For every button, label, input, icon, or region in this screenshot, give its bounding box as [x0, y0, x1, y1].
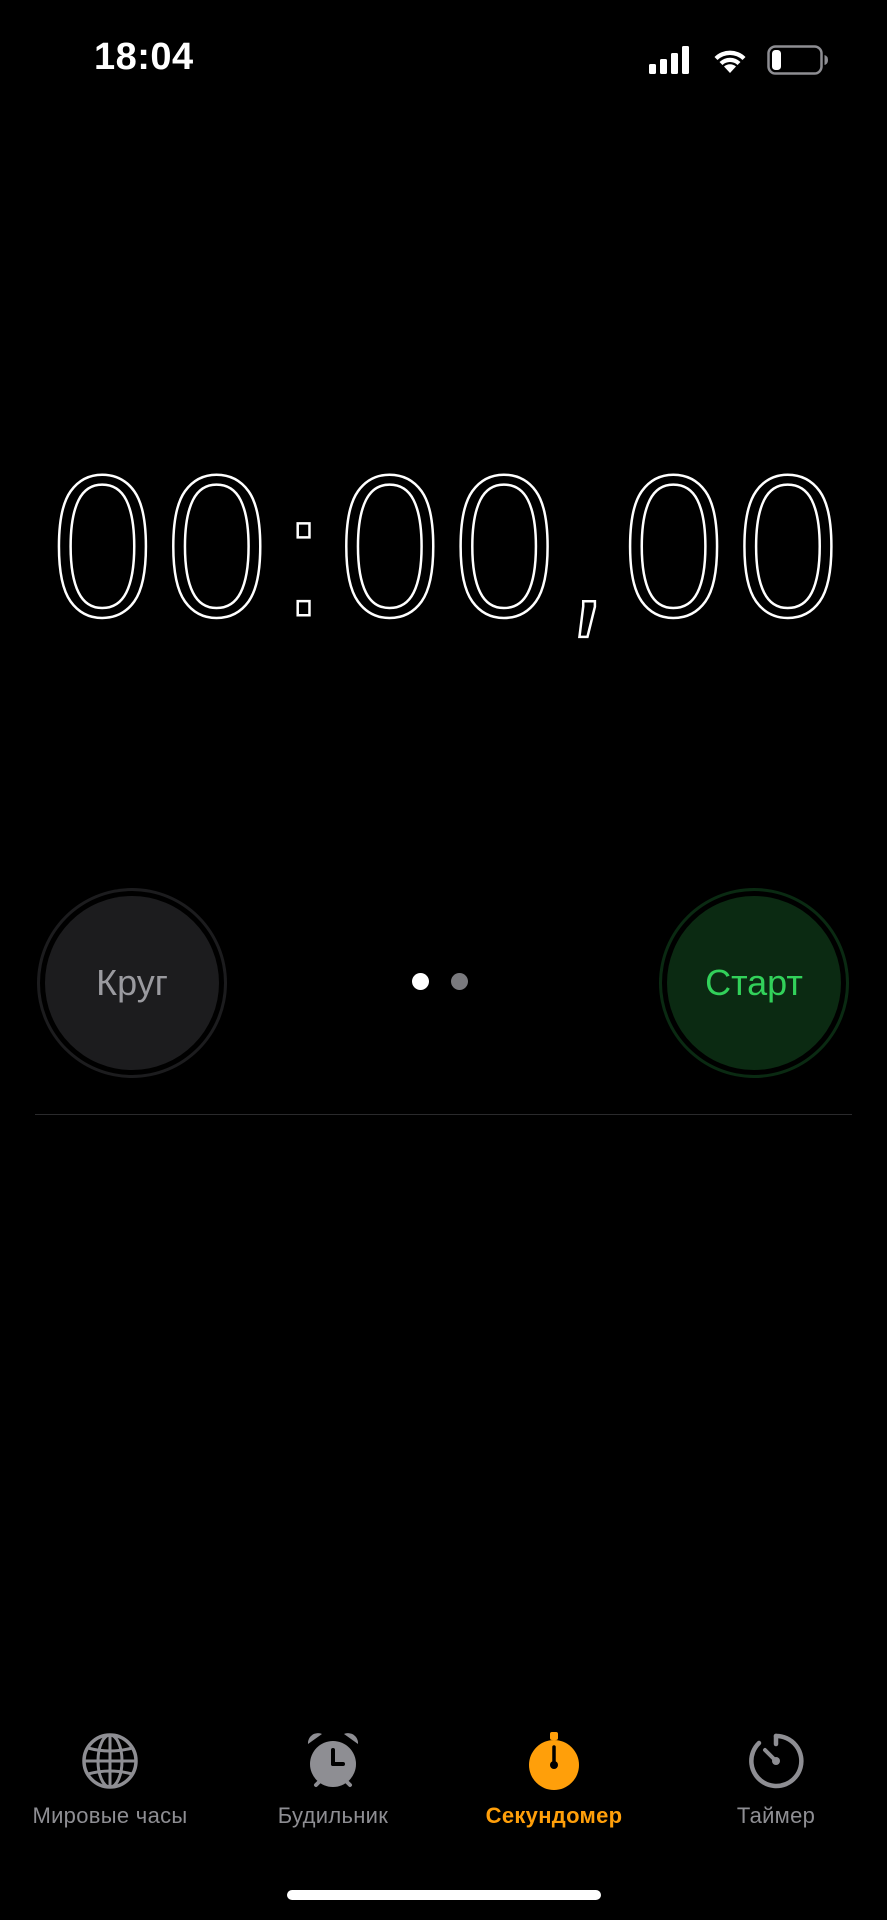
- battery-icon: [767, 45, 828, 75]
- controls-row: Круг Старт: [0, 884, 887, 1084]
- tab-alarm[interactable]: Будильник: [243, 1730, 423, 1829]
- status-bar: 18:04: [0, 0, 887, 120]
- tab-stopwatch[interactable]: Секундомер: [464, 1730, 644, 1829]
- stopwatch-time: 00:00,00: [41, 439, 850, 661]
- home-indicator[interactable]: [287, 1890, 601, 1900]
- tab-bar: Мировые часы Будильник Секундомер Таймер: [0, 1730, 887, 1860]
- tab-timer-label: Таймер: [736, 1803, 816, 1828]
- tab-world-clock-label: Мировые часы: [32, 1803, 188, 1828]
- globe-icon: [82, 1733, 138, 1789]
- lap-button-label: Круг: [45, 896, 219, 1070]
- tab-timer[interactable]: Таймер: [686, 1730, 866, 1829]
- start-button-label: Старт: [667, 896, 841, 1070]
- status-icons: [649, 42, 829, 78]
- tab-world-clock[interactable]: Мировые часы: [20, 1730, 200, 1829]
- stopwatch-icon: [529, 1732, 579, 1790]
- divider: [35, 1114, 852, 1115]
- page-indicator[interactable]: [412, 973, 468, 990]
- alarm-clock-icon: [307, 1733, 359, 1787]
- stopwatch-display: 00:00,00: [0, 439, 887, 661]
- wifi-icon: [714, 50, 746, 73]
- tab-alarm-label: Будильник: [277, 1803, 389, 1828]
- timer-icon: [749, 1733, 804, 1789]
- page-dot-1[interactable]: [412, 973, 429, 990]
- tab-stopwatch-label: Секундомер: [485, 1803, 623, 1828]
- start-button[interactable]: Старт: [659, 888, 849, 1078]
- lap-button[interactable]: Круг: [37, 888, 227, 1078]
- status-time: 18:04: [94, 36, 194, 78]
- signal-icon: [649, 46, 689, 74]
- page-dot-2[interactable]: [451, 973, 468, 990]
